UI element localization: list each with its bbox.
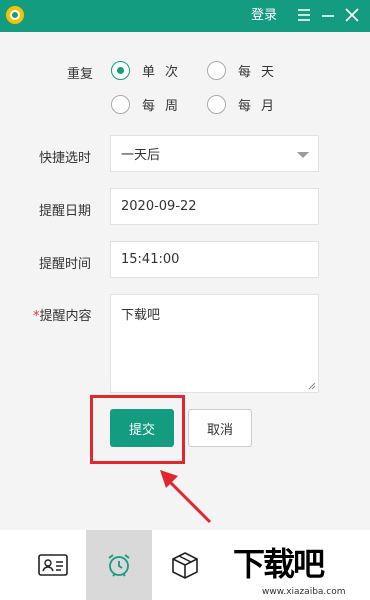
- cancel-button[interactable]: 取消: [188, 409, 252, 447]
- content-value: 下载吧: [121, 308, 161, 323]
- quick-select-dropdown[interactable]: 一天后: [110, 135, 319, 172]
- time-value: 15:41:00: [121, 252, 180, 267]
- date-value: 2020-09-22: [121, 199, 197, 214]
- nav-contacts[interactable]: [20, 530, 86, 600]
- repeat-option-daily[interactable]: 每天: [207, 61, 284, 80]
- repeat-option-weekly[interactable]: 每周: [111, 95, 188, 114]
- title-bar: 登录: [0, 0, 370, 32]
- content-label: *提醒内容: [33, 305, 92, 324]
- alarm-clock-icon: [108, 554, 130, 577]
- radio-circle[interactable]: [111, 61, 130, 80]
- quick-select-value: 一天后: [121, 148, 161, 163]
- menu-icon[interactable]: [293, 4, 315, 26]
- chevron-down-icon[interactable]: [297, 152, 309, 158]
- app-logo-icon: [6, 6, 24, 24]
- repeat-option-monthly[interactable]: 每月: [207, 95, 284, 114]
- minimize-icon[interactable]: [317, 4, 339, 26]
- watermark-url: www.xiazaiba.com: [262, 587, 346, 597]
- date-input[interactable]: 2020-09-22: [110, 188, 319, 225]
- reminder-form: 重复 单次 每天 每周 每月 快捷选时 一天后 提醒日期 2020-09-22 …: [0, 32, 370, 530]
- login-link[interactable]: 登录: [251, 6, 277, 26]
- close-icon[interactable]: [341, 4, 363, 26]
- highlight-box: [90, 395, 185, 464]
- time-label: 提醒时间: [39, 257, 92, 272]
- radio-circle[interactable]: [111, 95, 130, 114]
- nav-reminders[interactable]: [86, 530, 152, 600]
- contact-card-icon: [38, 554, 68, 576]
- nav-packages[interactable]: [152, 530, 218, 600]
- content-textarea[interactable]: 下载吧: [110, 294, 319, 393]
- repeat-option-label: 单次: [142, 65, 189, 80]
- repeat-option-label: 每天: [238, 65, 285, 80]
- repeat-label: 重复: [67, 67, 94, 82]
- radio-circle[interactable]: [207, 61, 226, 80]
- time-input[interactable]: 15:41:00: [110, 241, 319, 278]
- repeat-option-label: 每月: [238, 99, 285, 114]
- date-label: 提醒日期: [39, 204, 92, 219]
- resize-grip-icon[interactable]: [308, 382, 316, 390]
- content-label-text: 提醒内容: [39, 309, 92, 324]
- quick-select-label: 快捷选时: [39, 151, 92, 166]
- package-box-icon: [172, 552, 198, 579]
- radio-circle[interactable]: [207, 95, 226, 114]
- repeat-option-once[interactable]: 单次: [111, 61, 188, 80]
- repeat-option-label: 每周: [142, 99, 189, 114]
- watermark-logo: 下载吧: [233, 545, 325, 583]
